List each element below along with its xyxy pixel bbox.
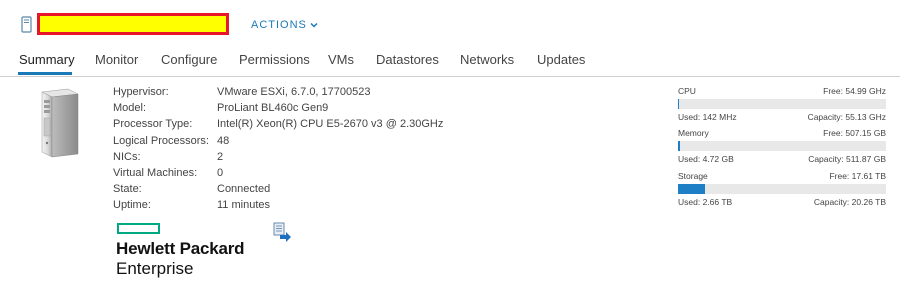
info-value: Intel(R) Xeon(R) CPU E5-2670 v3 @ 2.30GH…	[217, 118, 444, 131]
resource-capacity: Capacity: 20.26 TB	[813, 197, 886, 207]
info-value: ProLiant BL460c Gen9	[217, 102, 329, 115]
tab-networks[interactable]: Networks	[460, 52, 514, 67]
resource-usage-fill	[678, 99, 679, 109]
info-key: Uptime:	[113, 199, 151, 212]
info-value: 0	[217, 166, 224, 179]
actions-label: ACTIONS	[251, 19, 307, 31]
host-name-redacted	[37, 13, 229, 35]
info-key: NICs:	[113, 150, 141, 163]
host-summary-page: ACTIONS Summary Monitor Configure Permis…	[0, 0, 900, 281]
tab-monitor[interactable]: Monitor	[95, 52, 138, 67]
info-key: State:	[113, 183, 142, 196]
info-key: Processor Type:	[113, 118, 193, 131]
server-tower-icon	[41, 88, 79, 158]
chevron-down-icon	[310, 22, 318, 28]
tab-bar: Summary Monitor Configure Permissions VM…	[0, 48, 900, 77]
resource-label: Memory	[678, 128, 709, 138]
resource-usage-bar	[678, 99, 886, 109]
info-value: 2	[217, 150, 224, 163]
vendor-logo-line2: Enterprise	[116, 259, 194, 278]
resource-label: Storage	[678, 171, 708, 181]
host-icon	[21, 16, 32, 33]
tab-summary[interactable]: Summary	[19, 52, 75, 67]
active-tab-indicator	[18, 72, 72, 75]
resource-label: CPU	[678, 86, 696, 96]
tab-vms[interactable]: VMs	[328, 52, 354, 67]
info-key: Logical Processors:	[113, 134, 209, 147]
resource-usage-bar	[678, 184, 886, 194]
info-value: Connected	[217, 183, 271, 196]
resource-free: Free: 507.15 GB	[823, 128, 886, 138]
info-key: Model:	[113, 102, 147, 115]
resource-capacity: Capacity: 55.13 GHz	[807, 112, 886, 122]
info-value: VMware ESXi, 6.7.0, 17700523	[217, 86, 371, 98]
resource-used: Used: 4.72 GB	[678, 154, 734, 164]
info-value: 48	[217, 134, 230, 147]
resource-usage-fill	[678, 184, 706, 194]
info-key: Hypervisor:	[113, 86, 169, 98]
resource-usage-bar	[678, 141, 886, 151]
resource-used: Used: 2.66 TB	[678, 197, 733, 207]
resource-free: Free: 17.61 TB	[829, 171, 886, 181]
tab-permissions[interactable]: Permissions	[239, 52, 310, 67]
tab-updates[interactable]: Updates	[537, 52, 585, 67]
resource-usage-fill	[678, 141, 680, 151]
hpe-logo-bar	[117, 223, 160, 234]
resource-free: Free: 54.99 GHz	[823, 86, 886, 96]
resource-used: Used: 142 MHz	[678, 112, 737, 122]
info-value: 11 minutes	[217, 199, 270, 212]
vendor-logo-line1: Hewlett Packard	[116, 239, 245, 258]
tab-configure[interactable]: Configure	[161, 52, 217, 67]
resource-capacity: Capacity: 511.87 GB	[808, 154, 886, 164]
tab-datastores[interactable]: Datastores	[376, 52, 439, 67]
info-key: Virtual Machines:	[113, 166, 198, 179]
actions-menu-button[interactable]: ACTIONS	[251, 19, 318, 31]
export-icon[interactable]	[272, 222, 292, 242]
